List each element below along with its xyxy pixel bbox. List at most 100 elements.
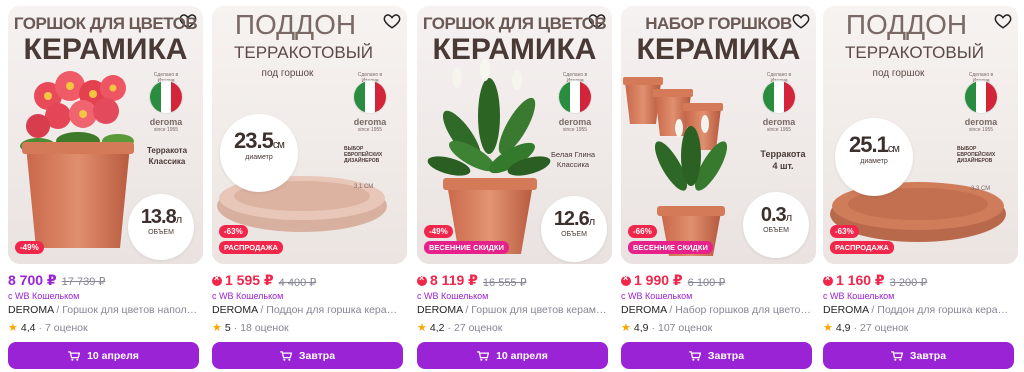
product-title[interactable]: DEROMA / Поддон для горшка керамический — [823, 304, 1015, 316]
rating: ★ 5 · 18 оценок — [212, 321, 289, 335]
diameter-badge: 25.1см диаметр — [835, 118, 913, 196]
discount-badge: -63% — [219, 225, 248, 238]
brand-logo: deroma since 1955 — [558, 117, 592, 133]
wallet-icon — [417, 273, 427, 286]
brand-logo: deroma since 1955 — [149, 117, 183, 133]
product-image[interactable]: ГОРШОК ДЛЯ ЦВЕТОВ КЕРАМИКА Сделано в Ита… — [8, 6, 203, 264]
add-to-cart-button[interactable]: 10 апреля — [8, 342, 199, 369]
promo-headline: НАБОР ГОРШКОВ — [645, 14, 792, 33]
star-icon: ★ — [417, 322, 427, 334]
brand-logo: deroma since 1955 — [353, 117, 387, 133]
designer-note: ВЫБОР ЕВРОПЕЙСКИХ ДИЗАЙНЕРОВ — [344, 146, 383, 164]
sale-tag: РАСПРОДАЖА — [830, 241, 894, 254]
promo-headline: ПОДДОН — [845, 9, 968, 40]
discount-badge: -66% — [628, 225, 657, 238]
product-card[interactable]: ГОРШОК ДЛЯ ЦВЕТОВ КЕРАМИКА Сделано в Ита… — [8, 6, 203, 370]
star-icon: ★ — [823, 322, 833, 334]
cart-icon — [68, 350, 81, 361]
promo-headline: ГОРШОК ДЛЯ ЦВЕТОВ — [422, 14, 607, 33]
set-note: Терракота 4 шт. — [760, 149, 806, 172]
discount-badge: -63% — [830, 225, 859, 238]
wallet-note: с WB Кошельком — [8, 291, 80, 301]
sale-tag: РАСПРОДАЖА — [219, 241, 283, 254]
product-card[interactable]: ПОДДОН ТЕРРАКОТОВЫЙ под горшок Сделано в… — [212, 6, 407, 370]
brand-logo: deroma since 1955 — [964, 117, 998, 133]
italy-flag-icon — [558, 80, 592, 114]
spring-sale-tag: ВЕСЕННИЕ СКИДКИ — [424, 241, 509, 254]
star-icon: ★ — [212, 322, 222, 334]
product-card[interactable]: НАБОР ГОРШКОВ КЕРАМИКА Сделано в Италии … — [621, 6, 816, 370]
italy-flag-icon — [353, 80, 387, 114]
cart-icon — [477, 350, 490, 361]
cart-icon — [280, 350, 292, 361]
product-card[interactable]: ГОРШОК ДЛЯ ЦВЕТОВ КЕРАМИКА Сделано в Ита… — [417, 6, 612, 370]
promo-subhead: КЕРАМИКА — [636, 33, 801, 66]
wallet-note: с WB Кошельком — [621, 291, 693, 301]
wallet-icon — [823, 273, 833, 286]
wallet-icon — [621, 273, 631, 286]
add-to-cart-button[interactable]: Завтра — [621, 342, 812, 369]
rating: ★ 4,4 · 7 оценок — [8, 321, 88, 335]
rating: ★ 4,9 · 107 оценок — [621, 321, 713, 335]
rating: ★ 4,9 · 27 оценок — [823, 321, 909, 335]
old-price: 4 400 ₽ — [278, 276, 317, 289]
price-row: 8 700 ₽ 17 739 ₽ — [8, 272, 105, 289]
promo-subhead: КЕРАМИКА — [432, 33, 597, 66]
material-note: Терракота Классика — [146, 146, 188, 166]
wallet-note: с WB Кошельком — [823, 291, 895, 301]
volume-badge: 12.6л ОБЪЕМ — [541, 196, 607, 262]
star-icon: ★ — [8, 322, 18, 334]
italy-flag-icon — [762, 80, 796, 114]
old-price: 3 200 ₽ — [889, 276, 928, 289]
discount-badge: -49% — [15, 241, 44, 254]
brand-logo: deroma since 1955 — [762, 117, 796, 133]
height-label: 3,3 СМ — [971, 186, 991, 192]
product-image[interactable]: ПОДДОН ТЕРРАКОТОВЫЙ под горшок Сделано в… — [212, 6, 407, 264]
promo-subhead: КЕРАМИКА — [23, 33, 188, 66]
italy-flag-icon — [149, 80, 183, 114]
promo-headline: ПОДДОН — [234, 9, 357, 40]
wallet-note: с WB Кошельком — [212, 291, 284, 301]
wallet-note: с WB Кошельком — [417, 291, 489, 301]
product-image[interactable]: ПОДДОН ТЕРРАКОТОВЫЙ под горшок Сделано в… — [823, 6, 1018, 264]
price-row: 1 595 ₽ 4 400 ₽ — [212, 272, 316, 289]
product-title[interactable]: DEROMA / Горшок для цветов керамический — [417, 304, 609, 316]
price-row: 1 160 ₽ 3 200 ₽ — [823, 272, 927, 289]
old-price: 16 555 ₽ — [482, 276, 527, 289]
old-price: 6 100 ₽ — [687, 276, 726, 289]
current-price: 8 700 ₽ — [8, 272, 57, 288]
rating: ★ 4,2 · 27 оценок — [417, 321, 503, 335]
current-price: 1 990 ₽ — [621, 272, 683, 289]
current-price: 8 119 ₽ — [417, 272, 478, 289]
cart-icon — [689, 350, 701, 361]
material-note: Белая Глина Классика — [550, 150, 596, 170]
spring-sale-tag: ВЕСЕННИЕ СКИДКИ — [628, 241, 713, 254]
current-price: 1 595 ₽ — [212, 272, 274, 289]
volume-badge: 13.8л ОБЪЕМ — [128, 194, 194, 260]
designer-note: ВЫБОР ЕВРОПЕЙСКИХ ДИЗАЙНЕРОВ — [957, 146, 996, 164]
product-image[interactable]: ГОРШОК ДЛЯ ЦВЕТОВ КЕРАМИКА Сделано в Ита… — [417, 6, 612, 264]
add-to-cart-button[interactable]: Завтра — [823, 342, 1014, 369]
promo-subhead: ТЕРРАКОТОВЫЙ — [234, 43, 373, 62]
current-price: 1 160 ₽ — [823, 272, 885, 289]
diameter-badge: 23.5см диаметр — [220, 114, 298, 192]
product-title[interactable]: DEROMA / Набор горшков для цветов керами… — [621, 304, 813, 316]
pot-shape — [26, 146, 130, 248]
old-price: 17 739 ₽ — [61, 276, 106, 288]
cart-icon — [891, 350, 903, 361]
promo-subhead: ТЕРРАКОТОВЫЙ — [845, 43, 984, 62]
product-image[interactable]: НАБОР ГОРШКОВ КЕРАМИКА Сделано в Италии … — [621, 6, 816, 264]
product-title[interactable]: DEROMA / Горшок для цветов напольный — [8, 304, 200, 316]
add-to-cart-button[interactable]: 10 апреля — [417, 342, 608, 369]
product-title[interactable]: DEROMA / Поддон для горшка керамический — [212, 304, 404, 316]
promo-headline: ГОРШОК ДЛЯ ЦВЕТОВ — [13, 14, 198, 33]
product-card[interactable]: ПОДДОН ТЕРРАКОТОВЫЙ под горшок Сделано в… — [823, 6, 1018, 370]
wallet-icon — [212, 273, 222, 286]
volume-badge: 0.3л ОБЪЕМ — [743, 192, 809, 258]
product-grid: ГОРШОК ДЛЯ ЦВЕТОВ КЕРАМИКА Сделано в Ита… — [8, 6, 1018, 370]
add-to-cart-button[interactable]: Завтра — [212, 342, 403, 369]
price-row: 1 990 ₽ 6 100 ₽ — [621, 272, 725, 289]
discount-badge: -49% — [424, 225, 453, 238]
price-row: 8 119 ₽ 16 555 ₽ — [417, 272, 527, 289]
height-label: 3,1 СМ — [354, 184, 374, 190]
